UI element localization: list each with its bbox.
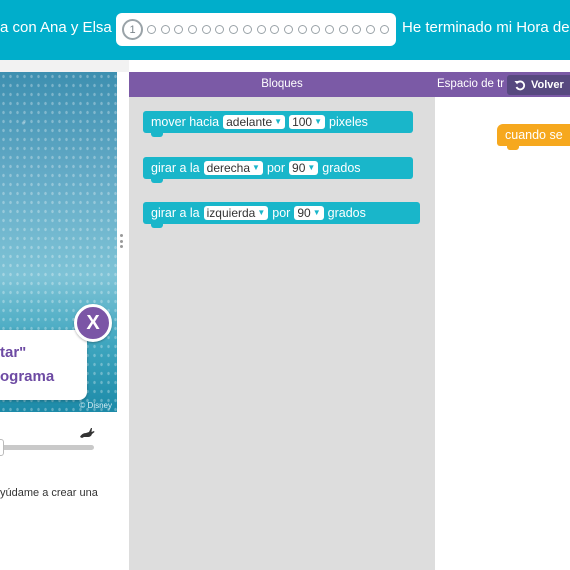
progress-step[interactable] [338,25,348,34]
dropdown-value: izquierda [206,206,256,220]
dropdown-value: 90 [292,161,306,175]
progress-step[interactable] [297,25,307,34]
progress-step[interactable] [324,25,334,34]
direction-dropdown[interactable]: derecha ▼ [203,161,263,175]
undo-icon [514,80,526,91]
speed-slider-thumb[interactable] [0,439,4,456]
progress-step[interactable] [379,25,389,34]
chevron-down-icon: ▼ [252,163,260,172]
toolbox-title: Bloques [261,78,303,90]
turn-left-block[interactable]: girar a la izquierda ▼ por 90 ▼ grados [143,202,420,228]
progress-step[interactable] [283,25,293,34]
distance-dropdown[interactable]: 100 ▼ [289,115,326,129]
dropdown-value: 100 [292,115,313,129]
progress-step[interactable] [311,25,321,34]
angle-dropdown[interactable]: 90 ▼ [294,206,324,220]
speed-slider-track[interactable] [0,445,94,450]
chevron-down-icon: ▼ [274,117,283,126]
finish-link[interactable]: He terminado mi Hora de [402,19,570,36]
dropdown-value: adelante [226,115,273,129]
workspace-title: Espacio de tr [437,78,505,90]
copyright-text: © Disney [79,401,112,410]
turn-right-block[interactable]: girar a la derecha ▼ por 90 ▼ grados [143,157,413,183]
resize-handle[interactable] [120,234,123,248]
block-text: mover hacia [151,115,220,129]
chevron-down-icon: ▼ [307,163,316,172]
chevron-down-icon: ▼ [312,208,321,217]
close-bubble-button[interactable]: X [74,304,112,342]
progress-step[interactable] [366,25,375,34]
dropdown-value: 90 [297,206,311,220]
progress-step[interactable] [242,25,252,34]
block-text: cuando se [505,128,563,142]
instructions-text: yúdame a crear una [0,487,98,499]
puzzle-title: a con Ana y Elsa [0,19,112,36]
direction-dropdown[interactable]: adelante ▼ [223,115,286,129]
direction-dropdown[interactable]: izquierda ▼ [203,206,269,220]
workspace-panel[interactable] [435,97,570,570]
block-text: grados [322,161,361,175]
when-run-block[interactable]: cuando se [497,124,570,150]
bubble-text-line2: ograma [0,368,55,385]
reset-button[interactable]: Volver [507,75,570,95]
rabbit-icon [80,428,95,438]
angle-dropdown[interactable]: 90 ▼ [289,161,319,175]
block-text: girar a la [151,161,200,175]
reset-button-label: Volver [531,79,564,91]
progress-step[interactable] [174,25,184,34]
progress-step[interactable] [229,25,239,34]
chevron-down-icon: ▼ [257,208,266,217]
progress-step[interactable] [215,25,225,34]
instruction-bubble: tar" ograma [0,330,87,400]
game-top-strip [0,60,129,72]
move-forward-block[interactable]: mover hacia adelante ▼ 100 ▼ pixeles [143,111,413,137]
progress-step[interactable] [201,25,211,34]
progress-step[interactable] [270,25,280,34]
level-progress: 1 [116,13,396,46]
progress-step-current[interactable]: 1 [122,19,143,40]
block-text: por [266,161,286,175]
progress-step[interactable] [188,25,198,34]
bubble-text-line1: tar" [0,344,27,361]
progress-step[interactable] [160,25,170,34]
header-bar: a con Ana y Elsa 1 He terminado mi Hora … [0,0,570,60]
progress-step[interactable] [147,25,156,34]
chevron-down-icon: ▼ [314,117,323,126]
dropdown-value: derecha [206,161,251,175]
block-text: por [272,206,291,220]
progress-step[interactable] [256,25,266,34]
block-text: pixeles [329,115,368,129]
block-text: girar a la [151,206,200,220]
progress-step[interactable] [352,25,362,34]
block-text: grados [327,206,366,220]
app-root: a con Ana y Elsa 1 He terminado mi Hora … [0,0,570,570]
